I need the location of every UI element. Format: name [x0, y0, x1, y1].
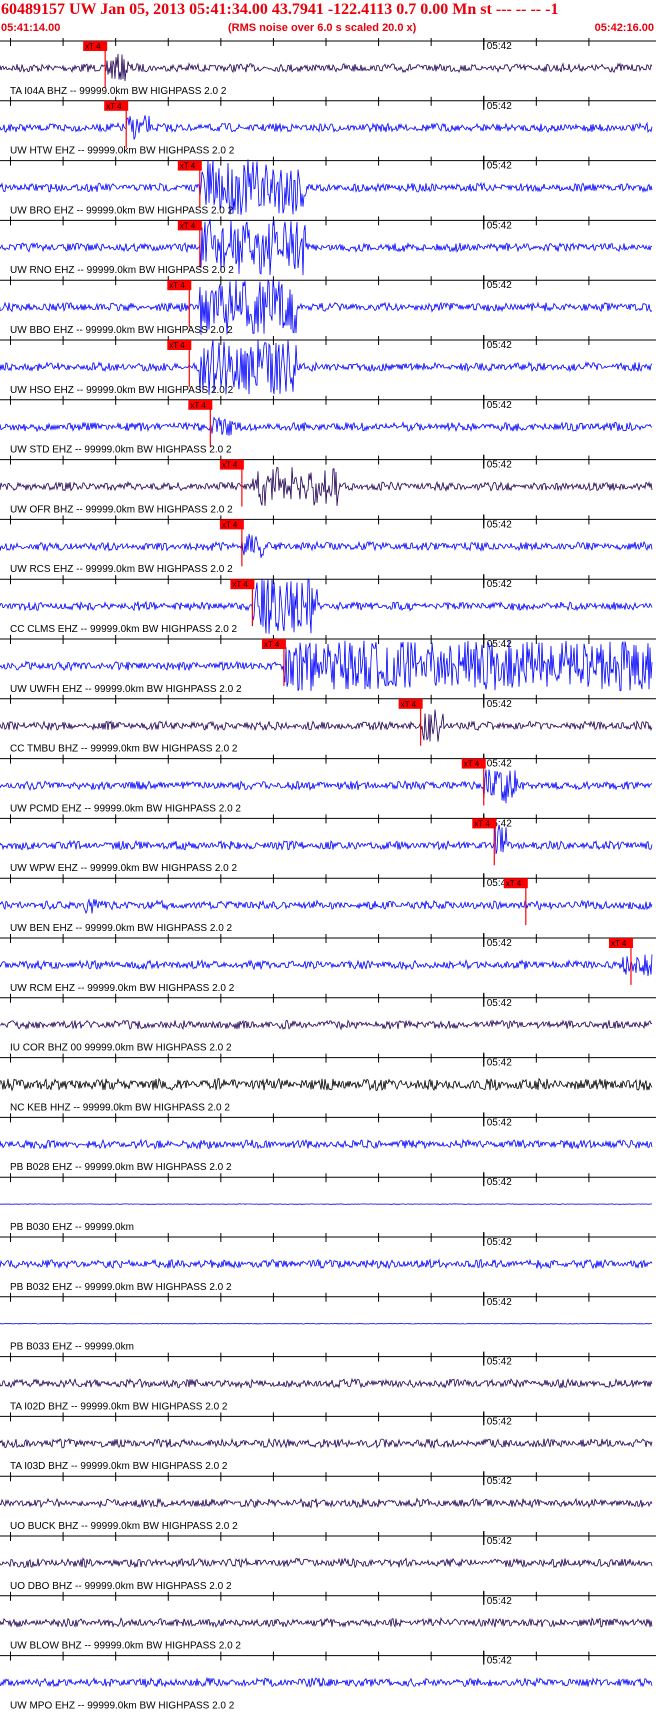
station-label: PB B030 EHZ -- 99999.0km: [10, 1222, 134, 1233]
waveform-trace: [0, 1437, 653, 1450]
waveform-trace: [0, 898, 653, 915]
pick-label: xT 4: [180, 162, 196, 171]
tick-label: 05:42: [487, 1357, 512, 1368]
station-label: UW WPW EHZ -- 99999.0km BW HIGHPASS 2.0 …: [10, 863, 238, 874]
pick-label: xT 4: [474, 819, 490, 828]
waveform-trace: [0, 53, 653, 82]
waveform-trace: [0, 466, 653, 506]
end-time: 05:42:16.00: [594, 22, 654, 34]
station-label: UW RCS EHZ -- 99999.0km BW HIGHPASS 2.0 …: [10, 564, 233, 575]
pick-label: xT 4: [169, 281, 185, 290]
pick-label: xT 4: [222, 461, 238, 470]
seismogram-panel: 05:42 xT 4 TA I04A BHZ -- 99999.0km BW HIG…: [0, 38, 656, 1711]
tick-label: 05:42: [487, 161, 512, 172]
station-label: UW BLOW BHZ -- 99999.0km BW HIGHPASS 2.0…: [10, 1641, 241, 1652]
station-label: UW UWFH EHZ -- 99999.0km BW HIGHPASS 2.0…: [10, 684, 242, 695]
station-label: IU COR BHZ 00 99999.0km BW HIGHPASS 2.0 …: [10, 1043, 232, 1054]
waveform-trace: [0, 1557, 653, 1569]
tick-label: 05:42: [487, 519, 512, 530]
pick-label: xT 4: [232, 580, 248, 589]
station-label: UO BUCK BHZ -- 99999.0km BW HIGHPASS 2.0…: [10, 1521, 238, 1532]
station-label: UW RNO EHZ -- 99999.0km BW HIGHPASS 2.0 …: [10, 265, 234, 276]
waveform-trace: [0, 1258, 653, 1270]
station-label: UW MPO EHZ -- 99999.0km BW HIGHPASS 2.0 …: [10, 1700, 235, 1711]
tick-label: 05:42: [487, 759, 512, 770]
pick-label: xT 4: [264, 640, 280, 649]
pick-label: xT 4: [611, 939, 627, 948]
waveform-trace: [0, 1676, 653, 1688]
station-label: UW OFR BHZ -- 99999.0km BW HIGHPASS 2.0 …: [10, 504, 233, 515]
station-label: UW BEN EHZ -- 99999.0km BW HIGHPASS 2.0 …: [10, 923, 233, 934]
tick-label: 05:42: [487, 1536, 512, 1547]
tick-label: 05:42: [487, 1297, 512, 1308]
station-label: PB B028 EHZ -- 99999.0km BW HIGHPASS 2.0…: [10, 1162, 232, 1173]
waveform-trace: [0, 823, 653, 855]
tick-label: 05:42: [487, 340, 512, 351]
pick-label: xT 4: [464, 760, 480, 769]
header: 60489157 UW Jan 05, 2013 05:41:34.00 43.…: [0, 0, 656, 40]
tick-label: 05:42: [487, 460, 512, 471]
pick-label: xT 4: [190, 401, 206, 410]
pick-label: xT 4: [222, 520, 238, 529]
tick-label: 05:42: [487, 1656, 512, 1667]
tick-label: 05:42: [487, 1476, 512, 1487]
station-label: UW BRO EHZ -- 99999.0km BW HIGHPASS 2.0 …: [10, 205, 234, 216]
tick-label: 05:42: [487, 998, 512, 1009]
tick-label: 05:42: [487, 1416, 512, 1427]
waveform-trace: [0, 1322, 653, 1325]
station-label: UW RCM EHZ -- 99999.0km BW HIGHPASS 2.0 …: [10, 983, 235, 994]
tick-label: 05:42: [487, 400, 512, 411]
tick-label: 05:42: [487, 579, 512, 590]
tick-label: 05:42: [487, 1058, 512, 1069]
station-label: UW PCMD EHZ -- 99999.0km BW HIGHPASS 2.0…: [10, 803, 241, 814]
station-label: UW HSO EHZ -- 99999.0km BW HIGHPASS 2.0 …: [10, 385, 234, 396]
waveform-trace: [0, 533, 653, 558]
tick-label: 05:42: [487, 41, 512, 52]
tick-label: 05:42: [487, 1177, 512, 1188]
station-label: PB B032 EHZ -- 99999.0km BW HIGHPASS 2.0…: [10, 1282, 232, 1293]
station-label: TA I02D BHZ -- 99999.0km BW HIGHPASS 2.0…: [10, 1401, 228, 1412]
tick-label: 05:42: [487, 1596, 512, 1607]
tick-label: 05:42: [487, 699, 512, 710]
station-label: PB B033 EHZ -- 99999.0km: [10, 1342, 134, 1353]
tick-label: 05:42: [487, 220, 512, 231]
pick-label: xT 4: [401, 700, 417, 709]
station-label: UW BBO EHZ -- 99999.0km BW HIGHPASS 2.0 …: [10, 325, 233, 336]
station-label: UW HTW EHZ -- 99999.0km BW HIGHPASS 2.0 …: [10, 146, 235, 157]
waveform-trace: [0, 1138, 653, 1150]
station-label: TA I04A BHZ -- 99999.0km BW HIGHPASS 2.0…: [10, 86, 227, 97]
waveform-trace: [0, 416, 653, 436]
tick-label: 05:42: [487, 280, 512, 291]
waveform-trace: [0, 1019, 653, 1031]
waveform-trace: [0, 769, 653, 804]
tick-label: 05:42: [487, 1237, 512, 1248]
waveform-trace: [0, 954, 653, 977]
pick-label: xT 4: [180, 221, 196, 230]
noise-note: (RMS noise over 6.0 s scaled 20.0 x): [228, 22, 417, 34]
station-label: TA I03D BHZ -- 99999.0km BW HIGHPASS 2.0…: [10, 1461, 228, 1472]
tick-label: 05:42: [487, 639, 512, 650]
pick-label: xT 4: [169, 341, 185, 350]
station-label: CC CLMS EHZ -- 99999.0km BW HIGHPASS 2.0…: [10, 624, 238, 635]
waveform-trace: [0, 1203, 653, 1205]
waveform-trace: [0, 115, 653, 140]
waveform-trace: [0, 709, 653, 742]
tick-label: 05:42: [487, 101, 512, 112]
station-label: UO DBO BHZ -- 99999.0km BW HIGHPASS 2.0 …: [10, 1581, 232, 1592]
tick-label: 05:42: [487, 1117, 512, 1128]
station-label: UW STD EHZ -- 99999.0km BW HIGHPASS 2.0 …: [10, 445, 232, 456]
station-label: CC TMBU BHZ -- 99999.0km BW HIGHPASS 2.0…: [10, 744, 238, 755]
pick-label: xT 4: [85, 42, 101, 51]
station-label: NC KEB HHZ -- 99999.0km BW HIGHPASS 2.0 …: [10, 1102, 230, 1113]
pick-label: xT 4: [506, 879, 522, 888]
waveform-trace: [0, 1616, 653, 1628]
start-time: 05:41:14.00: [1, 22, 61, 34]
waveform-trace: [0, 1377, 653, 1389]
tick-label: 05:42: [487, 938, 512, 949]
waveform-trace: [0, 1497, 653, 1509]
pick-label: xT 4: [106, 102, 122, 111]
event-title: 60489157 UW Jan 05, 2013 05:41:34.00 43.…: [1, 1, 559, 18]
waveform-trace: [0, 1077, 653, 1092]
